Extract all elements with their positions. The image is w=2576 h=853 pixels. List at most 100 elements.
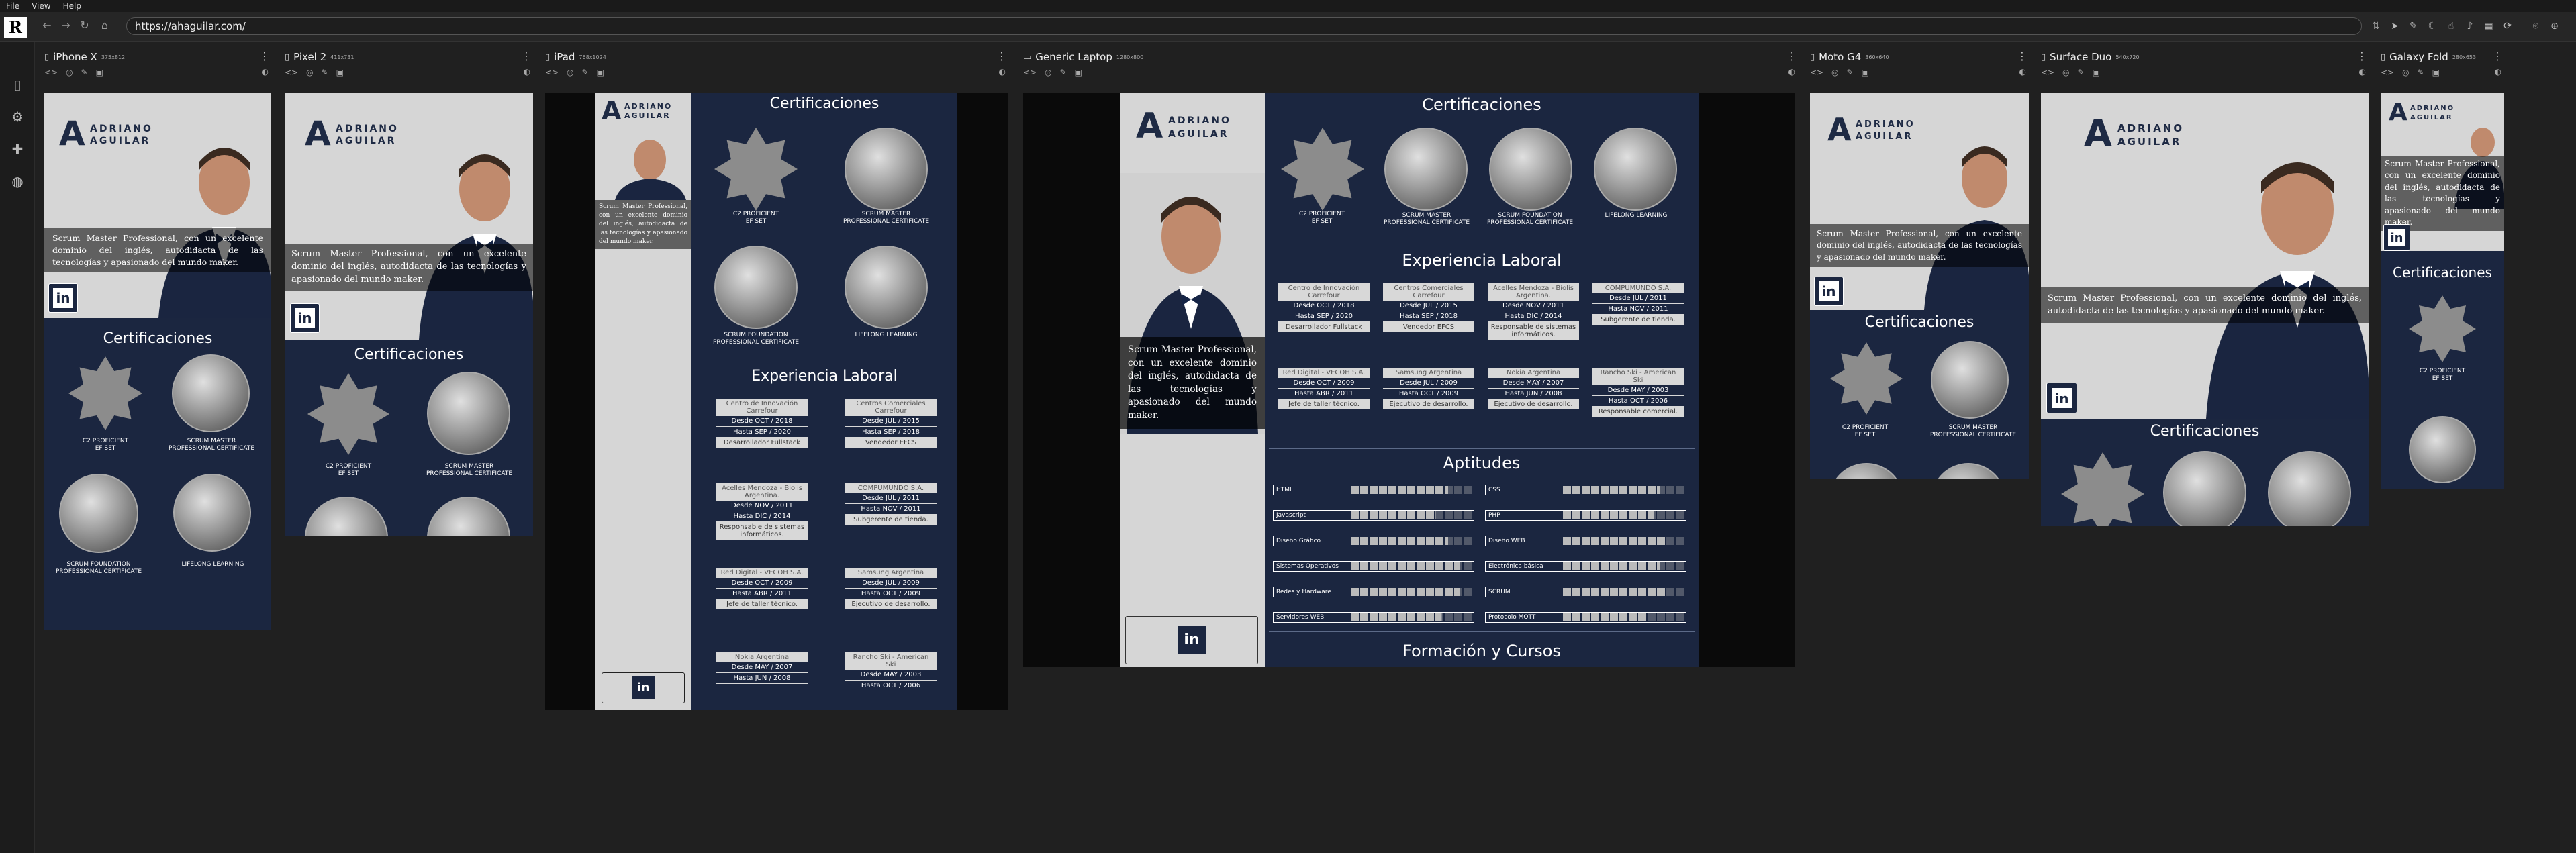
device-tools: <> ◎ ✎ ▣ ◐: [1810, 66, 2029, 79]
skill-row: Protocolo MQTT: [1485, 612, 1686, 623]
menu-dots-icon[interactable]: ⋮: [996, 50, 1007, 62]
rotate-icon[interactable]: ◐: [999, 67, 1006, 77]
extensions-icon[interactable]: ✚: [8, 140, 27, 158]
rotate-icon[interactable]: ◐: [1788, 67, 1795, 77]
devices-icon[interactable]: ▯: [8, 75, 27, 94]
code-icon[interactable]: <>: [2381, 68, 2394, 77]
code-icon[interactable]: <>: [44, 68, 58, 77]
eye-icon[interactable]: ◎: [2062, 68, 2069, 77]
skill-name: Redes y Hardware: [1276, 589, 1331, 595]
edit-icon[interactable]: ✎: [2406, 19, 2421, 34]
globe-icon[interactable]: ◍: [8, 172, 27, 191]
job-card: Samsung Argentina Desde JUL / 2009 Hasta O…: [1383, 368, 1474, 409]
sync-icon[interactable]: ⟳: [2500, 19, 2515, 34]
cert-label: LIFELONG LEARNING: [181, 561, 244, 568]
back-icon[interactable]: ←: [40, 19, 54, 32]
rotate-icon[interactable]: ◐: [262, 67, 269, 77]
pen-icon[interactable]: ✎: [2078, 68, 2085, 77]
sound-icon[interactable]: ♪: [2463, 19, 2477, 34]
home-icon[interactable]: ⌂: [98, 19, 111, 32]
linkedin-icon[interactable]: in: [2383, 224, 2410, 251]
device-header: ▯ iPhone X 375x812 ⋮: [44, 48, 271, 66]
code-icon[interactable]: <>: [545, 68, 559, 77]
menu-dots-icon[interactable]: ⋮: [259, 50, 270, 62]
zoom-icon[interactable]: ⊕: [2547, 19, 2562, 34]
url-input[interactable]: https://ahaguilar.com/: [126, 17, 2362, 35]
code-icon[interactable]: <>: [2041, 68, 2054, 77]
eye-icon[interactable]: ◎: [2402, 68, 2409, 77]
rotate-icon[interactable]: ◐: [524, 67, 530, 77]
rotate-icon[interactable]: ◐: [2359, 67, 2366, 77]
pen-icon[interactable]: ✎: [2418, 68, 2424, 77]
screenshot-icon[interactable]: ▣: [597, 68, 604, 77]
menu-dots-icon[interactable]: ⋮: [2492, 50, 2503, 62]
cert-label: SCRUM MASTER PROFESSIONAL CERTIFICATE: [1383, 212, 1470, 227]
menu-dots-icon[interactable]: ⋮: [521, 50, 532, 62]
eye-icon[interactable]: ◎: [306, 68, 313, 77]
device-name: Moto G4: [1819, 51, 1862, 63]
eye-icon[interactable]: ◎: [66, 68, 73, 77]
code-icon[interactable]: <>: [1023, 68, 1037, 77]
cert-title: Certificaciones: [2150, 423, 2260, 440]
layout-icon[interactable]: ▦: [2481, 19, 2496, 34]
education-title: Formación y Cursos: [1402, 642, 1561, 660]
eye-icon[interactable]: ◎: [1045, 68, 1051, 77]
cert-title: Certificaciones: [1864, 314, 1974, 331]
camera-icon[interactable]: ⌾: [2528, 19, 2543, 34]
pen-icon[interactable]: ✎: [322, 68, 328, 77]
pen-icon[interactable]: ✎: [81, 68, 88, 77]
cursor-icon[interactable]: ➤: [2387, 19, 2402, 34]
linkedin-icon[interactable]: in: [602, 672, 685, 703]
eye-icon[interactable]: ◎: [567, 68, 573, 77]
sync-scroll-icon[interactable]: ⇅: [2369, 19, 2383, 34]
job-card: Red Digital - VECOH S.A. Desde OCT / 2009…: [1278, 368, 1370, 409]
bio-text: Scrum Master Professional, con un excele…: [2041, 287, 2369, 323]
screenshot-icon[interactable]: ▣: [1075, 68, 1082, 77]
code-icon[interactable]: <>: [285, 68, 298, 77]
skill-level-bar: [1351, 511, 1472, 519]
screenshot-icon[interactable]: ▣: [96, 68, 103, 77]
touch-icon[interactable]: ☝: [2444, 19, 2459, 34]
moon-icon[interactable]: ☾: [2425, 19, 2440, 34]
cert-label: C2 PROFICIENT EF SET: [732, 211, 779, 225]
device-galaxy-fold: ▯ Galaxy Fold 280x653 ⋮ <> ◎ ✎ ▣ ◐ A ADRIANO AGUI…: [2381, 48, 2504, 491]
menu-help[interactable]: Help: [57, 1, 87, 11]
profile-photo: [158, 148, 271, 318]
device-viewport: A ADRIANO AGUILAR Scrum Master Professiona…: [2381, 93, 2504, 489]
screenshot-icon[interactable]: ▣: [2432, 68, 2440, 77]
linkedin-icon[interactable]: in: [1125, 616, 1258, 664]
cert-label: C2 PROFICIENT EF SET: [1298, 211, 1345, 225]
hero-section: A ADRIANO AGUILAR Scrum Master Professiona…: [2041, 93, 2369, 419]
rotate-icon[interactable]: ◐: [2495, 67, 2501, 77]
reload-icon[interactable]: ↻: [78, 19, 91, 32]
settings-icon[interactable]: ⚙: [8, 107, 27, 126]
cert-title: Certificaciones: [769, 95, 879, 112]
forward-icon[interactable]: →: [59, 19, 73, 32]
laptop-icon: ▭: [1023, 52, 1032, 62]
code-icon[interactable]: <>: [1810, 68, 1823, 77]
eye-icon[interactable]: ◎: [1831, 68, 1838, 77]
screenshot-icon[interactable]: ▣: [336, 68, 344, 77]
screenshot-icon[interactable]: ▣: [1862, 68, 1869, 77]
menu-dots-icon[interactable]: ⋮: [2356, 50, 2367, 62]
pen-icon[interactable]: ✎: [1060, 68, 1067, 77]
linkedin-icon[interactable]: in: [48, 283, 78, 313]
skill-name: Protocolo MQTT: [1488, 614, 1536, 621]
profile-photo: [419, 154, 533, 340]
linkedin-icon[interactable]: in: [290, 303, 320, 333]
rotate-icon[interactable]: ◐: [2019, 67, 2026, 77]
linkedin-icon[interactable]: in: [2046, 383, 2077, 413]
menu-file[interactable]: File: [0, 1, 26, 11]
scrum-foundation-badge-icon: [305, 497, 388, 536]
pen-icon[interactable]: ✎: [1847, 68, 1854, 77]
menu-dots-icon[interactable]: ⋮: [1786, 50, 1797, 62]
menu-view[interactable]: View: [26, 1, 56, 11]
skill-name: SCRUM: [1488, 589, 1511, 595]
linkedin-icon[interactable]: in: [1814, 277, 1844, 306]
lifelong-learning-badge-icon: [427, 497, 510, 536]
skill-row: Diseño Gráfico: [1273, 536, 1474, 546]
phone-icon: ▯: [2381, 52, 2386, 62]
menu-dots-icon[interactable]: ⋮: [2017, 50, 2028, 62]
screenshot-icon[interactable]: ▣: [2093, 68, 2100, 77]
pen-icon[interactable]: ✎: [582, 68, 589, 77]
